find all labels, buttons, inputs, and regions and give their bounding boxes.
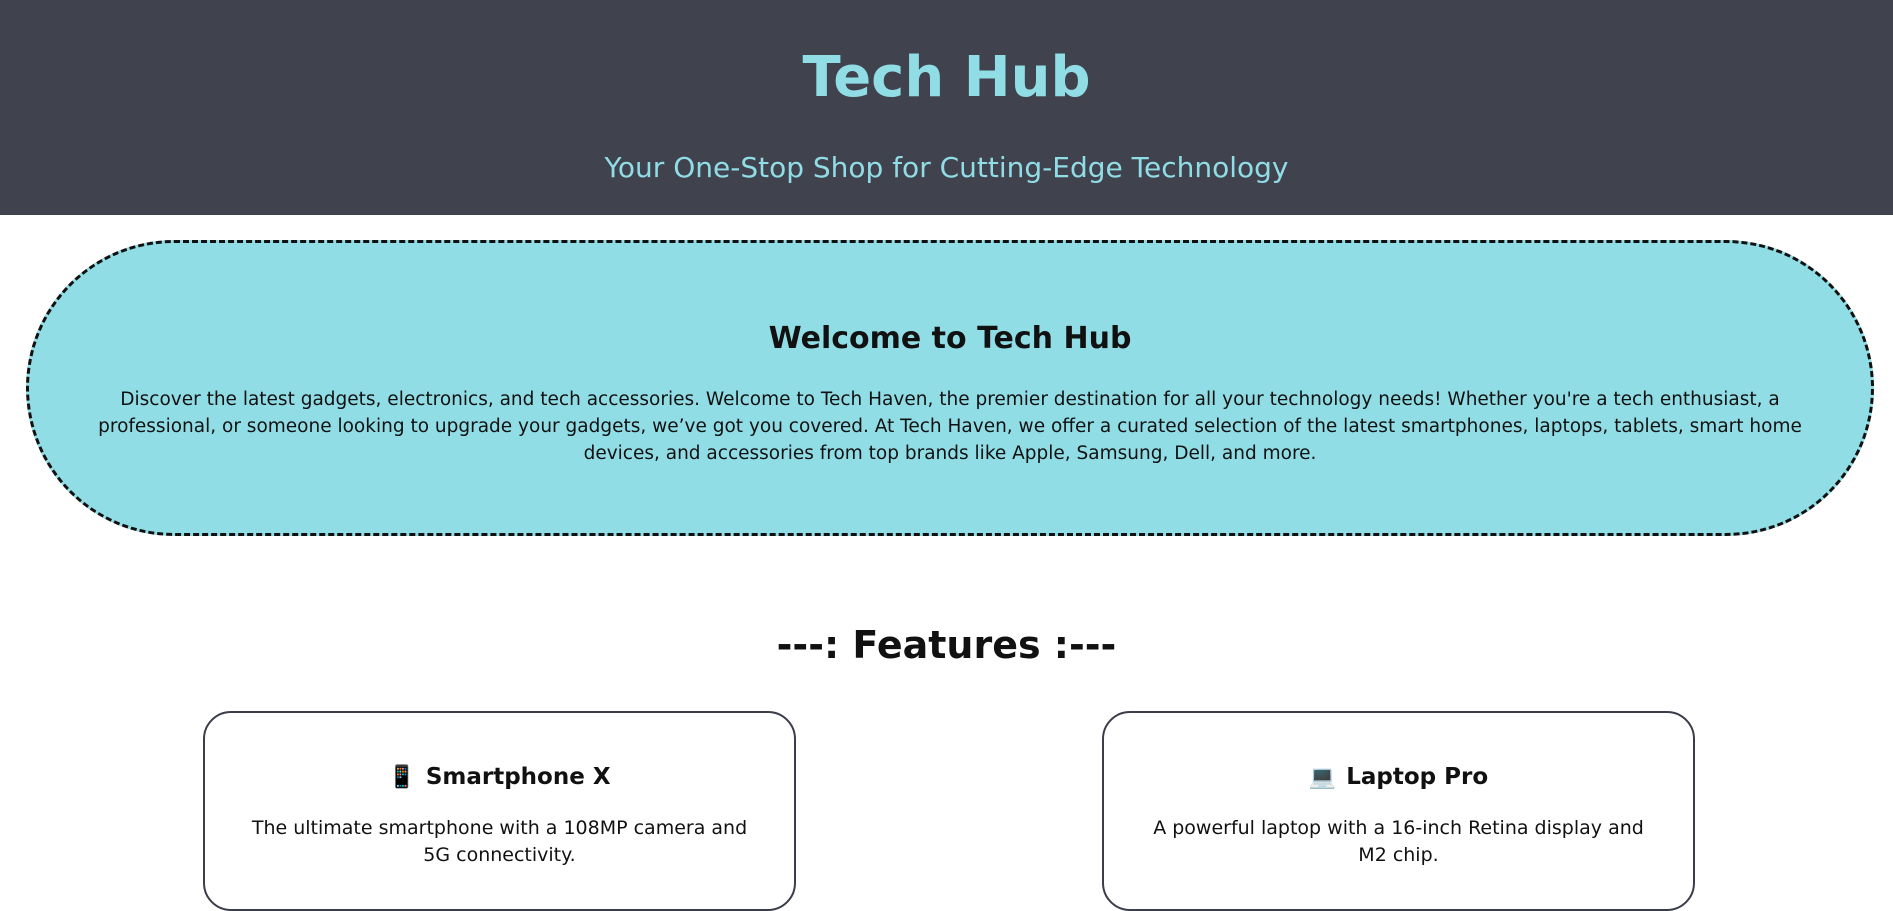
feature-card-smartphone: 📱 Smartphone X The ultimate smartphone wi…	[203, 711, 796, 911]
feature-card-title-text: Smartphone X	[425, 764, 611, 790]
welcome-heading: Welcome to Tech Hub	[768, 321, 1132, 356]
smartphone-icon: 📱	[388, 765, 416, 790]
feature-card-title: 📱 Smartphone X	[205, 761, 794, 794]
site-header: Tech Hub Your One-Stop Shop for Cutting-…	[0, 0, 1893, 215]
laptop-icon: 💻	[1308, 765, 1337, 790]
feature-card-title-text: Laptop Pro	[1346, 764, 1489, 790]
site-title: Tech Hub	[802, 45, 1091, 110]
welcome-text: Discover the latest gadgets, electronics…	[98, 389, 1802, 464]
welcome-banner: Welcome to Tech Hub Discover the latest …	[26, 240, 1874, 536]
feature-card-description: The ultimate smartphone with a 108MP cam…	[251, 817, 748, 866]
feature-card-description: A powerful laptop with a 16-inch Retina …	[1153, 817, 1644, 866]
feature-card-laptop: 💻 Laptop Pro A powerful laptop with a 16-…	[1102, 711, 1695, 911]
feature-card-title: 💻 Laptop Pro	[1104, 761, 1693, 794]
site-tagline: Your One-Stop Shop for Cutting-Edge Tech…	[604, 151, 1289, 184]
features-heading: ---: Features :---	[776, 623, 1117, 667]
